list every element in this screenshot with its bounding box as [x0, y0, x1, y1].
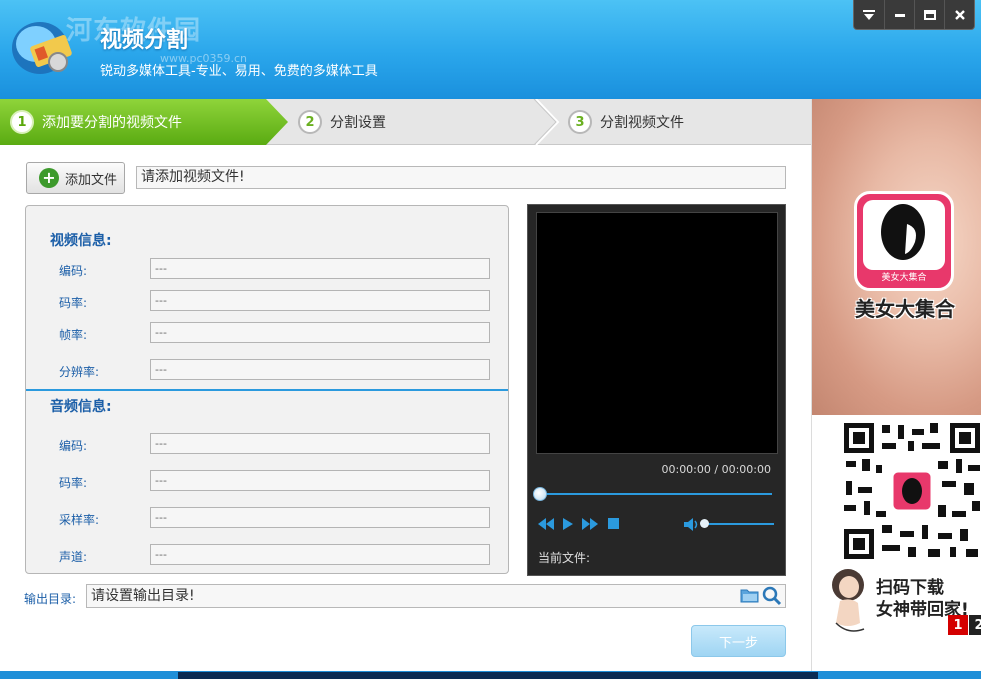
volume-handle[interactable] — [700, 519, 709, 528]
add-file-label: 添加文件 — [65, 172, 118, 188]
file-path-input[interactable]: 请添加视频文件! — [136, 166, 786, 189]
audio-info-title: 音频信息: — [50, 399, 112, 415]
add-file-button[interactable]: + 添加文件 — [26, 162, 125, 194]
playback-time: 00:00:00 / 00:00:00 — [661, 463, 771, 476]
video-resolution-label: 分辨率: — [59, 365, 100, 379]
step-1-label: 添加要分割的视频文件 — [42, 115, 182, 131]
volume-icon[interactable] — [684, 518, 700, 531]
step-3-label: 分割视频文件 — [600, 115, 684, 131]
app-subtitle: 锐动多媒体工具-专业、易用、免费的多媒体工具 — [100, 64, 378, 79]
ad-app-name: 美女大集合 — [855, 297, 955, 321]
volume-slider[interactable] — [704, 523, 774, 525]
step-3: 3 分割视频文件 — [568, 99, 684, 145]
maximize-icon — [923, 9, 936, 20]
title-bar: 河东软件园 www.pc0359.cn 视频分割 锐动多媒体工具-专业、易用、免… — [0, 0, 981, 99]
output-dir-label: 输出目录: — [24, 592, 77, 606]
video-codec-label: 编码: — [59, 264, 88, 278]
video-framerate-field: --- — [150, 322, 490, 343]
folder-icon[interactable] — [740, 587, 760, 604]
app-title: 视频分割 — [100, 28, 189, 53]
maximize-button[interactable] — [914, 0, 944, 29]
ad-app-icon-caption: 美女大集合 — [881, 271, 926, 283]
menu-icon — [863, 9, 875, 20]
audio-bitrate-label: 码率: — [59, 476, 88, 490]
close-button[interactable] — [944, 0, 974, 29]
minimize-button[interactable] — [884, 0, 914, 29]
audio-codec-label: 编码: — [59, 439, 88, 453]
stop-icon[interactable] — [608, 518, 619, 529]
close-icon — [954, 9, 965, 20]
woman-silhouette-icon: 美女大集合 — [863, 200, 945, 283]
audio-channels-field: --- — [150, 544, 490, 565]
play-icon[interactable] — [562, 518, 574, 530]
video-framerate-label: 帧率: — [59, 328, 88, 342]
current-file-label: 当前文件: — [538, 551, 591, 565]
menu-button[interactable] — [854, 0, 884, 29]
video-bitrate-label: 码率: — [59, 296, 88, 310]
audio-samplerate-label: 采样率: — [59, 513, 100, 527]
video-codec-field: --- — [150, 258, 490, 279]
ad-scan-line1: 扫码下载 — [876, 578, 944, 598]
next-step-button[interactable]: 下一步 — [691, 625, 786, 657]
video-resolution-field: --- — [150, 359, 490, 380]
output-dir-input[interactable]: 请设置输出目录! — [86, 584, 786, 608]
step-2-label: 分割设置 — [330, 115, 386, 131]
window-controls — [853, 0, 975, 30]
step-2: 2 分割设置 — [298, 99, 386, 145]
fast-forward-icon[interactable] — [582, 518, 598, 530]
video-screen[interactable] — [536, 212, 778, 454]
plus-icon: + — [39, 168, 59, 188]
step-1: 1 添加要分割的视频文件 — [10, 99, 182, 145]
section-divider — [26, 389, 508, 391]
seek-handle[interactable] — [533, 487, 547, 501]
ad-app-icon: 美女大集合 — [854, 191, 954, 291]
audio-channels-label: 声道: — [59, 550, 88, 564]
step-3-number: 3 — [568, 110, 592, 134]
ad-sidebar[interactable]: 美女大集合 美女大集合 扫码下载 女神带回家! 1 2 — [811, 99, 981, 671]
search-icon[interactable] — [762, 586, 782, 606]
cartoon-girl-icon — [832, 569, 865, 632]
ad-page-badge-1[interactable]: 1 — [948, 615, 968, 635]
minimize-icon — [894, 13, 905, 17]
seek-bar[interactable] — [540, 493, 772, 495]
video-bitrate-field: --- — [150, 290, 490, 311]
video-info-title: 视频信息: — [50, 233, 112, 249]
bottom-bar-center — [178, 672, 818, 679]
step-1-number: 1 — [10, 110, 34, 134]
video-player: 00:00:00 / 00:00:00 当前文件: — [527, 204, 786, 576]
audio-samplerate-field: --- — [150, 507, 490, 528]
media-info-panel: 视频信息: 编码: --- 码率: --- 帧率: --- 分辨率: --- 音… — [25, 205, 509, 574]
qr-code — [842, 421, 981, 561]
audio-codec-field: --- — [150, 433, 490, 454]
ad-page-badge-2[interactable]: 2 — [969, 615, 981, 635]
rewind-icon[interactable] — [538, 518, 554, 530]
audio-bitrate-field: --- — [150, 470, 490, 491]
step-bar: 1 添加要分割的视频文件 2 分割设置 3 分割视频文件 — [0, 99, 811, 145]
step-2-number: 2 — [298, 110, 322, 134]
